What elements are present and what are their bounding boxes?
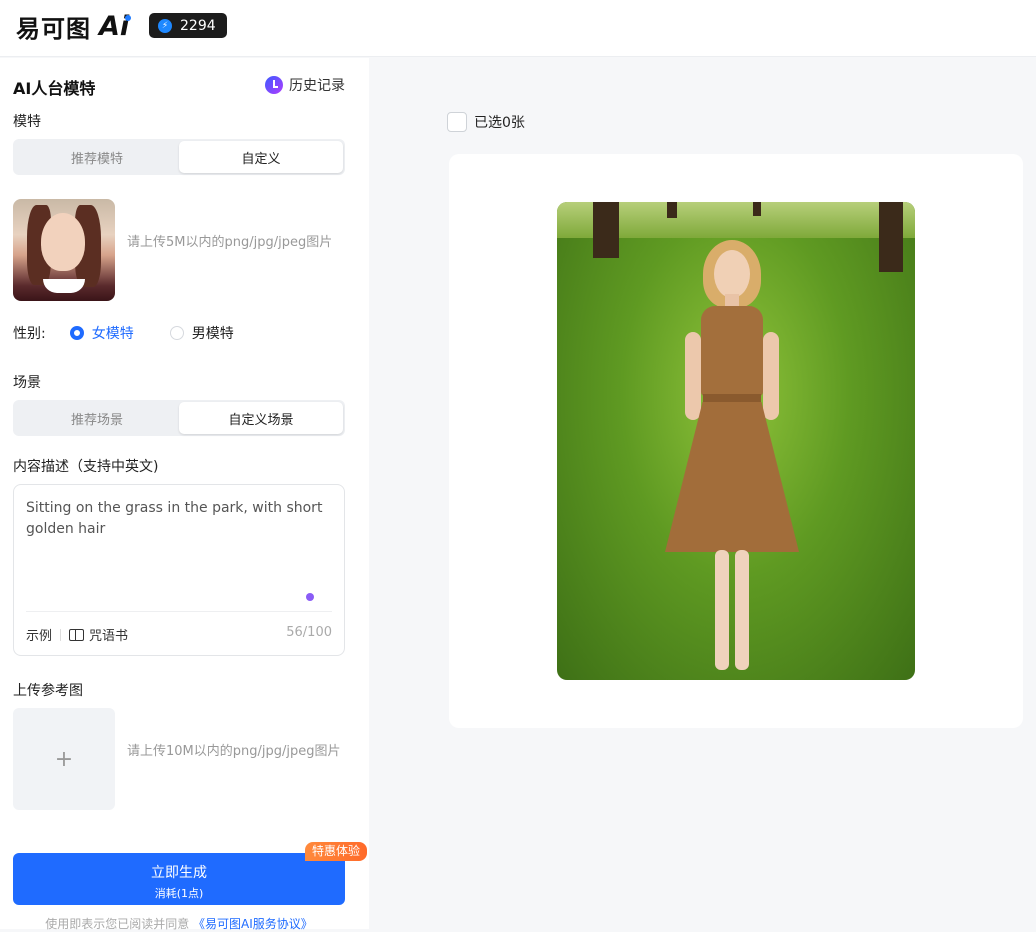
- gender-row: 性别: 女模特 男模特: [13, 323, 270, 343]
- separator: [60, 628, 62, 641]
- logo[interactable]: 易可图 Ai: [16, 10, 132, 43]
- credits-badge[interactable]: ⚡ 2294: [149, 13, 227, 38]
- gender-male-option[interactable]: 男模特: [169, 323, 234, 343]
- panel-title: AI人台模特: [13, 79, 96, 98]
- reference-upload-hint: 请上传10M以内的png/jpg/jpeg图片: [127, 744, 341, 759]
- reference-upload-button[interactable]: +: [13, 708, 115, 810]
- agreement-text: 使用即表示您已阅读并同意 《易可图AI服务协议》: [45, 917, 313, 931]
- select-checkbox[interactable]: [447, 112, 467, 132]
- scene-tabs: 推荐场景 自定义场景: [13, 400, 345, 436]
- scene-label: 场景: [13, 375, 41, 391]
- assist-dot: [306, 593, 314, 601]
- settings-panel: AI人台模特 历史记录 模特 推荐模特 自定义 请上传5M以内的png/jpg/…: [0, 58, 369, 931]
- model-tabs: 推荐模特 自定义: [13, 139, 345, 175]
- tab-recommended-scene[interactable]: 推荐场景: [15, 402, 179, 434]
- example-link[interactable]: 示例: [26, 625, 52, 644]
- book-icon: [69, 628, 85, 641]
- history-icon: [265, 76, 283, 94]
- logo-ai: Ai: [99, 10, 132, 42]
- lightning-icon: ⚡: [158, 18, 172, 33]
- logo-text: 易可图: [16, 14, 91, 43]
- char-count: 56/100: [286, 625, 332, 640]
- description-textarea[interactable]: Sitting on the grass in the park, with s…: [13, 484, 345, 656]
- model-upload-hint: 请上传5M以内的png/jpg/jpeg图片: [127, 235, 333, 250]
- result-card: [449, 154, 1023, 728]
- divider: [26, 611, 332, 612]
- gender-female-option[interactable]: 女模特: [69, 323, 134, 343]
- generate-label: 立即生成: [151, 865, 207, 881]
- radio-male[interactable]: [169, 326, 184, 340]
- spellbook-link[interactable]: 咒语书: [89, 625, 128, 644]
- model-label: 模特: [13, 114, 41, 130]
- tab-custom-model[interactable]: 自定义: [179, 141, 343, 173]
- description-text[interactable]: Sitting on the grass in the park, with s…: [26, 498, 326, 540]
- tab-custom-scene[interactable]: 自定义场景: [179, 402, 343, 434]
- radio-female[interactable]: [69, 326, 84, 340]
- select-all-row: 已选0张: [447, 112, 525, 132]
- history-button[interactable]: 历史记录: [265, 75, 345, 95]
- plus-icon: +: [54, 746, 74, 772]
- promo-badge: 特惠体验: [305, 842, 368, 861]
- model-avatar[interactable]: [13, 199, 115, 301]
- generated-image[interactable]: [557, 202, 915, 680]
- generate-button[interactable]: 立即生成 消耗(1点): [13, 853, 345, 905]
- tab-recommended-model[interactable]: 推荐模特: [15, 141, 179, 173]
- generate-cost: 消耗(1点): [154, 887, 204, 900]
- gender-label: 性别:: [13, 326, 46, 342]
- top-bar: 易可图 Ai ⚡ 2294: [0, 0, 1036, 57]
- description-label: 内容描述（支持中英文): [13, 459, 159, 475]
- selected-count: 已选0张: [474, 115, 525, 131]
- credits-count: 2294: [180, 17, 216, 34]
- description-footer: 示例 咒语书: [26, 625, 128, 644]
- history-label: 历史记录: [289, 78, 345, 94]
- reference-label: 上传参考图: [13, 683, 83, 699]
